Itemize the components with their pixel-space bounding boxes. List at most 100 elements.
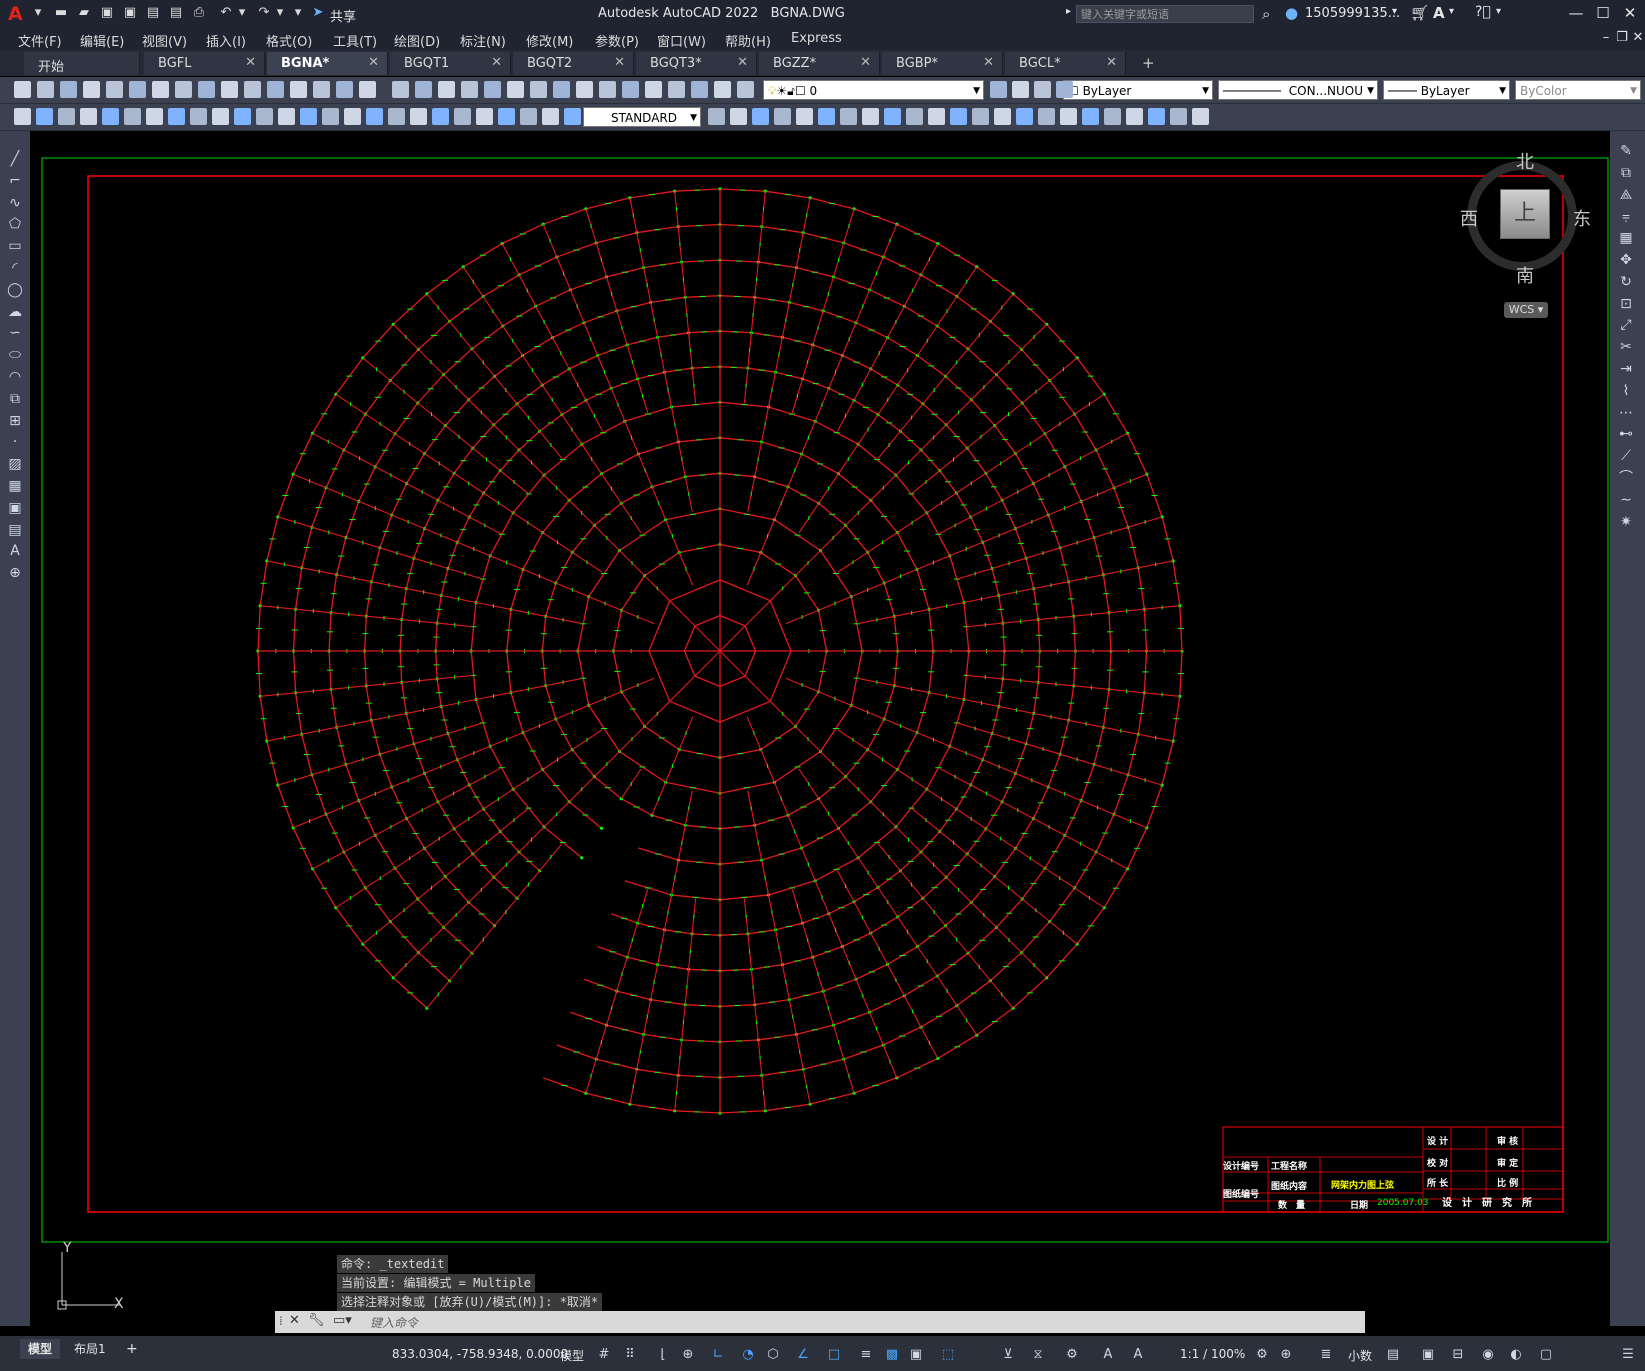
undo-icon[interactable] [267,81,284,98]
undo-dropdown-icon[interactable]: ▾ [234,6,250,20]
circle-icon[interactable]: ◯ [6,281,24,299]
search-expand-icon[interactable]: ▸ [1066,6,1071,17]
doc-close-icon[interactable]: ✕ [1627,30,1645,45]
gizmo-icon[interactable]: ⚙ [1064,1347,1080,1363]
search-icon[interactable]: ⌕ [1262,5,1270,23]
tab-bgzz[interactable]: BGZZ* ✕ [759,52,880,75]
paste-icon[interactable] [221,81,238,98]
spline-icon[interactable]: ∿ [6,194,24,212]
layer-dropdown[interactable]: 💡︎☀︎🔓︎☐ 0 ▼ [763,80,984,100]
recent-commands-icon[interactable]: ▭▾ [333,1313,352,1328]
isolate-icon[interactable]: ◉ [1480,1347,1496,1363]
rectangle-icon[interactable]: ▭ [6,237,24,255]
3d-wedge-icon[interactable] [1016,108,1033,125]
object-snap-icon[interactable]: □ [826,1347,842,1363]
design-center-icon[interactable] [438,81,455,98]
cart-icon[interactable]: 🛒︎ [1410,4,1429,22]
menu-parametric[interactable]: 参数(P) [595,31,639,50]
match-icon[interactable] [244,81,261,98]
annotation-monitor-icon[interactable]: ≣ [1318,1347,1334,1363]
plot-icon[interactable] [668,81,685,98]
3d-wedge-icon[interactable] [366,108,383,125]
polar-tracking-icon[interactable]: ◔ [740,1347,756,1363]
transparency-icon[interactable]: ▩ [884,1347,900,1363]
share-icon[interactable]: ➤ [310,6,326,20]
chamfer-icon[interactable]: ⟋ [1617,447,1635,465]
save-icon[interactable] [60,81,77,98]
update-icon[interactable] [322,108,339,125]
revolve-icon[interactable] [1104,108,1121,125]
cut-icon[interactable] [175,81,192,98]
stretch-icon[interactable]: ⤢ [1617,316,1635,334]
save-web-icon[interactable]: ▤ [168,6,184,20]
color-dropdown[interactable]: ☐ ByLayer ▼ [1063,80,1213,100]
sheet-set-icon[interactable] [484,81,501,98]
tab-bgbp[interactable]: BGBP* ✕ [882,52,1003,75]
markup-icon[interactable] [507,81,524,98]
menu-tools[interactable]: 工具(T) [333,31,377,50]
inspect-icon[interactable] [928,108,945,125]
region-icon[interactable]: ▣ [6,499,24,517]
snap-mode-icon[interactable]: ⠿ [622,1347,638,1363]
properties-icon[interactable] [415,81,432,98]
leader-icon[interactable] [212,108,229,125]
array-icon[interactable]: ▦ [1617,229,1635,247]
spline-fit-icon[interactable]: ∽ [6,324,24,342]
angular-icon[interactable] [146,108,163,125]
menu-format[interactable]: 格式(O) [266,31,312,50]
3d-box-icon[interactable] [994,108,1011,125]
angular-icon[interactable] [796,108,813,125]
break-icon[interactable]: ⋯ [1617,404,1635,422]
ordinate-icon[interactable] [730,108,747,125]
menu-window[interactable]: 窗口(W) [657,31,706,50]
menu-edit[interactable]: 编辑(E) [80,31,124,50]
center-mark-icon[interactable] [256,108,273,125]
help-dropdown-icon[interactable]: ▾ [1496,6,1501,17]
maximize-icon[interactable]: ☐ [1592,4,1614,22]
copy-icon[interactable] [198,81,215,98]
make-block-icon[interactable]: ⊞ [6,412,24,430]
menu-insert[interactable]: 插入(I) [206,31,246,50]
zoom-icon[interactable] [336,81,353,98]
tolerance-icon[interactable] [884,108,901,125]
paste-icon[interactable] [1034,81,1051,98]
tab-bgqt2[interactable]: BGQT2 ✕ [513,52,634,75]
intersect-icon[interactable] [520,108,537,125]
move-icon[interactable]: ✥ [1617,251,1635,269]
new-icon[interactable] [599,81,616,98]
diameter-icon[interactable] [774,108,791,125]
workspace-icon[interactable]: ⊕ [1278,1347,1294,1363]
pan-icon[interactable] [313,81,330,98]
dynamic-input-icon[interactable]: ⊕ [680,1347,696,1363]
gradient-icon[interactable]: ▦ [6,477,24,495]
close-tab-icon[interactable]: ✕ [368,55,379,70]
auto-scale-icon[interactable]: A [1130,1347,1146,1363]
aligned-dim-icon[interactable] [564,108,581,125]
tab-bgfl[interactable]: BGFL ✕ [144,52,265,75]
3d-sphere-icon[interactable] [1060,108,1077,125]
3d-print-icon[interactable] [152,81,169,98]
lineweight-dropdown[interactable]: ──── ByLayer ▼ [1383,80,1510,100]
save-icon[interactable]: ▣ [99,6,115,20]
jogged-icon[interactable] [950,108,967,125]
menu-express[interactable]: Express [791,31,842,46]
insert-block-icon[interactable]: ⧉ [6,390,24,408]
search-input[interactable]: 键入关键字或短语 [1076,5,1254,23]
save-as-icon[interactable]: ▣ [122,6,138,20]
customize-icon[interactable]: ☰ [1620,1347,1636,1363]
plot-icon[interactable]: ⎙ [191,6,207,20]
close-tab-icon[interactable]: ✕ [1106,55,1117,70]
viewcube-north[interactable]: 北 [1516,148,1534,174]
menu-help[interactable]: 帮助(H) [725,31,771,50]
tolerance-icon[interactable] [234,108,251,125]
coordinates-readout[interactable]: 833.0304, -758.9348, 0.0000 [392,1347,568,1361]
tab-bgna[interactable]: BGNA* ✕ [267,52,388,75]
dynamic-ucs-icon[interactable]: ⊻ [1000,1347,1016,1363]
aligned-dim-icon[interactable] [36,108,53,125]
jogged-icon[interactable] [300,108,317,125]
quick-properties-icon[interactable]: ▣ [1420,1347,1436,1363]
calculator-icon[interactable] [530,81,547,98]
intersect-icon[interactable] [1170,108,1187,125]
blend-icon[interactable]: ∼ [1617,491,1635,509]
fillet-icon[interactable]: ⌒ [1617,469,1635,487]
